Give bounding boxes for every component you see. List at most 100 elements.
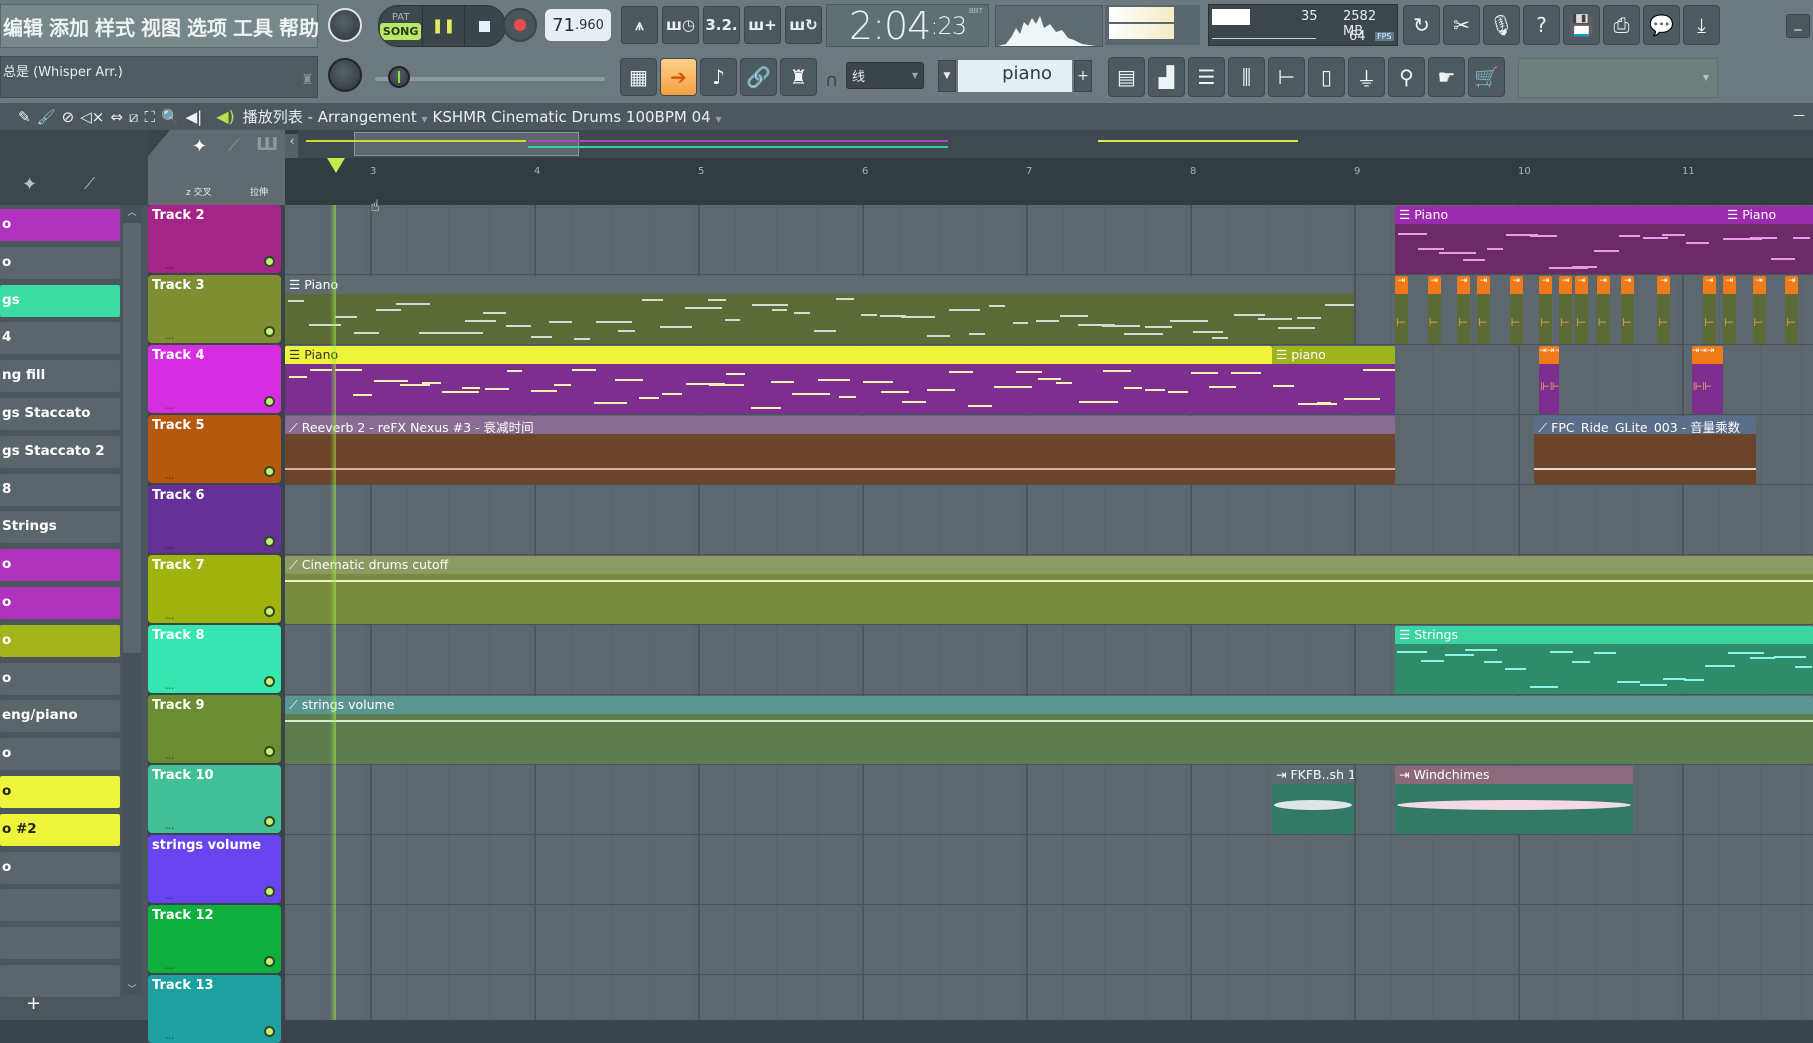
track-header[interactable]: Track 5... (148, 415, 281, 483)
pattern-dropdown-button[interactable]: ▼ (938, 60, 956, 92)
track-mute-led[interactable] (264, 466, 275, 477)
play-pause-button[interactable]: ❚❚ (422, 6, 464, 46)
drum-hit-clip[interactable]: ⇥ ⊢ (1539, 276, 1553, 344)
playhead-marker[interactable] (327, 158, 345, 173)
select-tool[interactable]: ⛶ (144, 108, 155, 126)
track-header[interactable]: Track 10... (148, 765, 281, 833)
track-grip-icon[interactable]: ... (165, 752, 174, 761)
menu-item[interactable]: 样式 (95, 12, 135, 41)
drum-hit-clip[interactable]: ⇥ ⊢ (1427, 276, 1441, 344)
audio-clip[interactable]: ⇥ FKFB..sh 1 (1272, 766, 1354, 834)
pattern-item[interactable] (0, 927, 120, 960)
drum-hit-clip[interactable]: ⇥ ⊢ (1457, 276, 1471, 344)
automation-clip[interactable]: ⟋ Cinematic drums cutoff (285, 556, 1813, 624)
overview-collapse-button[interactable]: ‹ (285, 134, 299, 158)
step-edit-button[interactable]: ш+ (744, 6, 781, 44)
mute-tool[interactable]: ◁× (80, 108, 104, 126)
track-mute-led[interactable] (264, 1026, 275, 1037)
track-header[interactable]: Track 9... (148, 695, 281, 763)
track-header[interactable]: Track 2... (148, 205, 281, 273)
menu-item[interactable]: 选项 (187, 12, 227, 41)
paint-tool[interactable]: 🖌 (37, 108, 56, 126)
pattern-selector[interactable]: piano (958, 60, 1072, 92)
scroll-down-icon[interactable]: ﹀ (122, 982, 142, 995)
track-mute-led[interactable] (264, 676, 275, 687)
track-header[interactable]: strings volume... (148, 835, 281, 903)
track-lane[interactable] (285, 485, 1813, 555)
arrangement-selector[interactable]: Arrangement (318, 108, 417, 126)
track-grip-icon[interactable]: ... (165, 822, 174, 831)
track-mute-led[interactable] (264, 256, 275, 267)
pattern-item[interactable]: o (0, 209, 120, 241)
menu-item[interactable]: 工具 (233, 12, 273, 41)
link-button[interactable]: 🔗 (740, 58, 777, 96)
touch-controller-button[interactable]: ☛ (1428, 57, 1465, 97)
pattern-item[interactable] (0, 889, 120, 922)
pattern-item[interactable]: gs Staccato 2 (0, 435, 120, 468)
pattern-item[interactable]: o (0, 738, 120, 771)
countdown-button[interactable]: 3.2. (703, 6, 740, 44)
pattern-item[interactable]: 4 (0, 322, 120, 355)
track-mute-led[interactable] (264, 326, 275, 337)
pattern-item[interactable]: o (0, 624, 120, 657)
menu-item[interactable]: 视图 (141, 12, 181, 41)
drum-hit-clip[interactable]: ⇥ ⊢ (1723, 276, 1736, 344)
track-lane[interactable] (285, 835, 1813, 905)
drum-hit-clip[interactable]: ⇥ ⊢ (1575, 276, 1589, 344)
output-selector[interactable]: ▼ (1518, 58, 1718, 98)
track-mute-led[interactable] (264, 396, 275, 407)
song-time-display[interactable]: 2:04:23 B:B:T (826, 4, 989, 48)
minimize-button[interactable]: _ (1786, 14, 1810, 38)
pattern-item[interactable]: o (0, 587, 120, 619)
download-button[interactable]: ⤓ (1683, 5, 1720, 45)
pattern-list-scrollbar[interactable]: ︿ ﹀ (122, 205, 142, 995)
pattern-item[interactable]: o (0, 246, 120, 279)
track-header[interactable]: Track 7... (148, 555, 281, 623)
pattern-item[interactable]: gs Staccato (0, 398, 120, 430)
drum-hit-clip[interactable]: ⇥ ⊢ (1785, 276, 1799, 344)
automation-clip[interactable]: ⟋ Reeverb 2 - reFX Nexus #3 - 衰减时间 (285, 416, 1395, 484)
pattern-item[interactable]: 8 (0, 473, 120, 506)
record-button[interactable] (503, 8, 537, 42)
pattern-item[interactable]: o (0, 549, 120, 582)
audio-clips-icon[interactable]: ✦ (22, 174, 37, 195)
brush-button[interactable]: ♪ (700, 58, 737, 96)
pattern-clip[interactable]: ☰ piano (1272, 346, 1395, 414)
slice-tool[interactable]: ⧄ (129, 108, 139, 126)
menu-item[interactable]: 编辑 (3, 12, 43, 41)
cut-audio-button[interactable]: ✂ (1443, 5, 1480, 45)
step-arrow-button[interactable]: ➔ (660, 58, 697, 96)
pattern-clip[interactable]: ☰ Strings (1395, 626, 1813, 694)
add-pattern-button[interactable]: + (1074, 60, 1092, 92)
drum-hit-clip[interactable]: ⇥ ⊢ (1509, 276, 1523, 344)
undo-history-button[interactable]: ↻ (1403, 5, 1440, 45)
pattern-item[interactable] (0, 965, 120, 997)
stamp-button[interactable]: ♜ (780, 58, 817, 96)
drum-hit-clip[interactable]: ⇥ ⊢ (1477, 276, 1490, 344)
plugin-database-button[interactable]: ⏚ (1348, 57, 1385, 97)
scrollbar-thumb[interactable] (123, 223, 141, 653)
pattern-item[interactable]: gs (0, 284, 120, 317)
track-grip-icon[interactable]: ... (165, 1032, 174, 1041)
track-mute-led[interactable] (264, 956, 275, 967)
track-grip-icon[interactable]: ... (165, 682, 174, 691)
tempo-field[interactable]: 71.960 (545, 9, 611, 41)
scroll-up-icon[interactable]: ︿ (122, 205, 142, 219)
master-volume-knob[interactable] (328, 8, 362, 42)
drum-roll-clip[interactable]: ⇥⇥⇥ ⊩⊩ (1539, 346, 1559, 414)
playback-tool[interactable]: ◀| (186, 108, 203, 126)
shop-button[interactable]: 🛒 (1468, 57, 1505, 97)
browser-window-button[interactable]: ⊢ (1268, 57, 1305, 97)
pattern-item[interactable]: o (0, 776, 120, 808)
track-header[interactable]: Track 12... (148, 905, 281, 973)
help-button[interactable]: ? (1523, 5, 1560, 45)
drum-pedal-button[interactable]: ⚲ (1388, 57, 1425, 97)
playlist-window-button[interactable]: ▤ (1108, 57, 1145, 97)
drum-hit-clip[interactable]: ⇥ ⊢ (1752, 276, 1766, 344)
automation-filter-icon[interactable]: ⟋ (228, 136, 239, 156)
stop-button[interactable] (463, 6, 505, 46)
track-mute-led[interactable] (264, 816, 275, 827)
drum-roll-clip[interactable]: ⇥⇥⇥ ⊩⊩ (1691, 346, 1723, 414)
metronome-button[interactable]: ⩚ (621, 6, 658, 44)
track-mute-led[interactable] (264, 606, 275, 617)
